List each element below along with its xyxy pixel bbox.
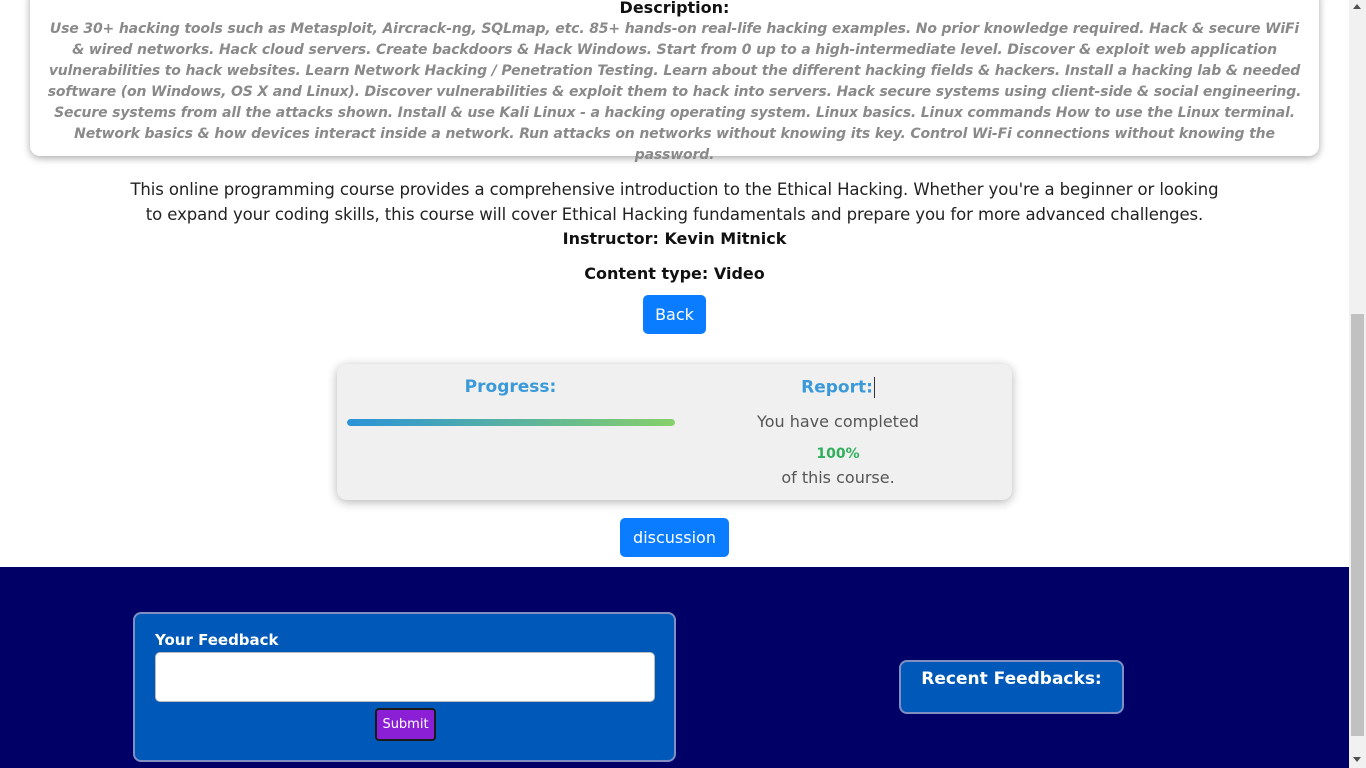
description-text: Use 30+ hacking tools such as Metasploit… bbox=[47, 21, 1302, 163]
vertical-scrollbar[interactable] bbox=[1349, 0, 1366, 768]
feedback-label: Your Feedback bbox=[155, 631, 279, 649]
report-percent: 100% bbox=[816, 446, 860, 462]
page-viewport: Description: Use 30+ hacking tools such … bbox=[0, 0, 1349, 768]
submit-button[interactable]: Submit bbox=[375, 708, 436, 741]
course-content-type: Content type: Video bbox=[584, 264, 765, 283]
scrollbar-thumb[interactable] bbox=[1351, 314, 1364, 736]
recent-feedbacks-title: Recent Feedbacks: bbox=[921, 669, 1102, 689]
description-title: Description: bbox=[619, 0, 730, 17]
progress-bar-fill bbox=[347, 419, 675, 426]
footer: Your Feedback Submit Recent Feedbacks: bbox=[0, 567, 1349, 768]
report-title: Report: bbox=[684, 377, 992, 398]
report-course-text: of this course. bbox=[781, 468, 895, 487]
report-completed-text: You have completed bbox=[757, 412, 919, 431]
course-instructor: Instructor: Kevin Mitnick bbox=[562, 229, 787, 248]
scroll-down-arrow-icon[interactable] bbox=[1353, 757, 1361, 762]
recent-feedbacks-box: Recent Feedbacks: bbox=[899, 660, 1124, 714]
discussion-button[interactable]: discussion bbox=[620, 518, 729, 557]
feedback-form: Your Feedback Submit bbox=[133, 612, 676, 762]
back-button[interactable]: Back bbox=[643, 295, 706, 334]
description-card: Description: Use 30+ hacking tools such … bbox=[30, 0, 1319, 163]
report-title-text: Report: bbox=[801, 377, 873, 398]
feedback-input[interactable] bbox=[155, 652, 655, 702]
progress-bar bbox=[347, 419, 675, 426]
scroll-up-arrow-icon[interactable] bbox=[1353, 4, 1361, 9]
course-intro: This online programming course provides … bbox=[130, 180, 1219, 224]
text-caret bbox=[873, 377, 875, 398]
progress-report-card: Progress: Report: You have completed 100… bbox=[337, 364, 1012, 500]
progress-title: Progress: bbox=[464, 377, 557, 397]
